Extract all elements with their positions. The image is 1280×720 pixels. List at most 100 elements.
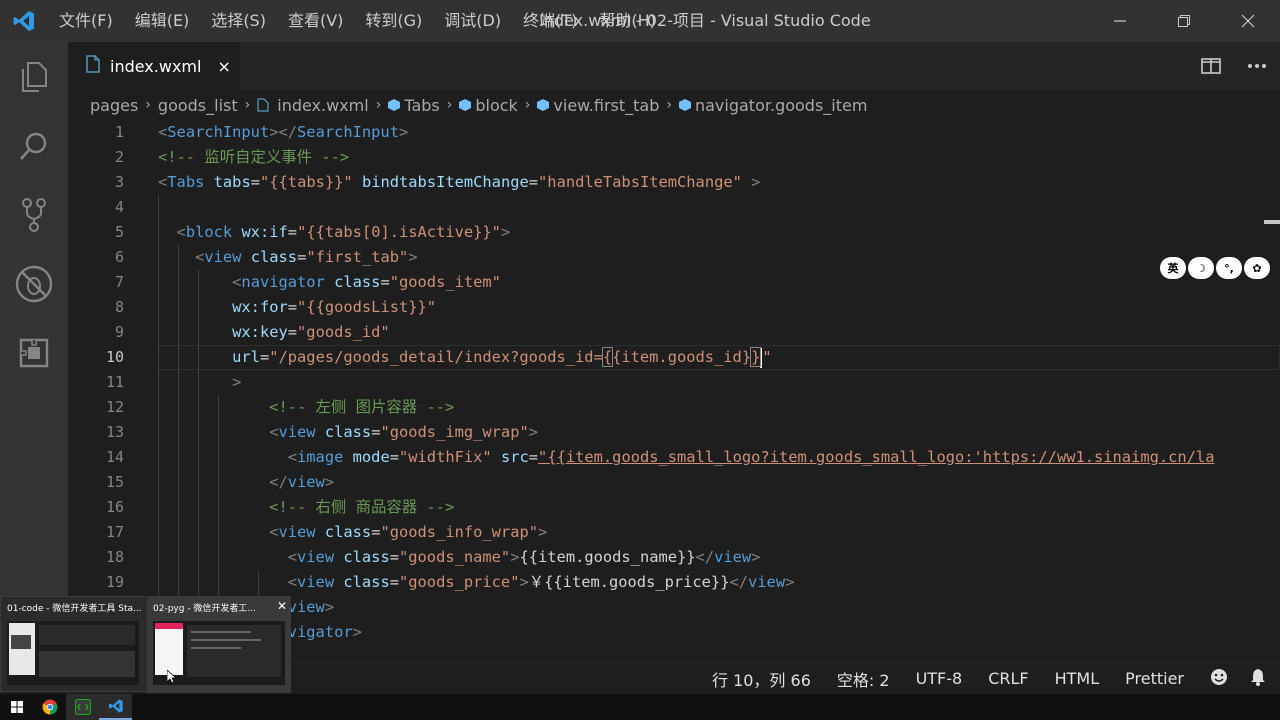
breadcrumb-label: Tabs (404, 95, 440, 115)
line-number: 15 (105, 473, 124, 491)
breadcrumb-item[interactable]: goods_list (158, 96, 238, 115)
vscode-taskbar-icon[interactable] (99, 694, 132, 720)
line-number: 14 (105, 448, 124, 466)
code-comment: <!-- 右侧 商品容器 --> (269, 498, 455, 516)
line-number: 5 (114, 223, 124, 241)
notifications-bell-icon[interactable] (1250, 668, 1266, 690)
os-taskbar (0, 694, 1280, 720)
close-icon[interactable]: ✕ (277, 599, 287, 613)
line-number: 4 (114, 198, 124, 216)
ime-settings-icon[interactable]: ✿ (1244, 257, 1270, 279)
code-comment: <!-- 左侧 图片容器 --> (269, 398, 455, 416)
menu-debug[interactable]: 调试(D) (433, 0, 512, 42)
code-line: <view class="goods_info_wrap"> (269, 523, 548, 541)
activity-bar (0, 42, 68, 662)
breadcrumb-file[interactable]: index.wxml (257, 96, 369, 115)
split-editor-icon[interactable] (1188, 42, 1234, 90)
close-window-button[interactable] (1216, 0, 1280, 42)
code-line: <image mode="widthFix" src="{{item.goods… (287, 448, 1215, 466)
symbol-cube-icon (459, 99, 472, 111)
code-line: <navigator class="goods_item" (232, 273, 501, 291)
explorer-icon[interactable] (0, 42, 68, 111)
symbol-cube-icon (678, 99, 691, 111)
line-number: 12 (105, 398, 124, 416)
menu-file[interactable]: 文件(F) (48, 0, 124, 42)
line-number: 6 (114, 248, 124, 266)
ime-moon-icon[interactable]: ☽ (1188, 257, 1214, 279)
file-icon (86, 55, 100, 77)
restore-button[interactable] (1152, 0, 1216, 42)
tab-index-wxml[interactable]: index.wxml × (68, 42, 240, 90)
menu-view[interactable]: 查看(V) (277, 0, 354, 42)
code-comment: <!-- 监听自定义事件 --> (158, 148, 350, 166)
file-icon (257, 98, 269, 112)
extensions-icon[interactable] (0, 318, 68, 387)
status-eol[interactable]: CRLF (988, 669, 1028, 688)
code-line: wx:for="{{goodsList}}" (232, 298, 437, 316)
line-number: 9 (114, 323, 124, 341)
title-bar: 文件(F) 编辑(E) 选择(S) 查看(V) 转到(G) 调试(D) 终端(T… (0, 0, 1280, 42)
code-line: <block wx:if="{{tabs[0].isActive}}"> (176, 223, 511, 241)
ime-language-button[interactable]: 英 (1160, 257, 1186, 279)
scrollbar-marker[interactable] (1264, 220, 1280, 224)
chevron-right-icon: › (375, 97, 382, 113)
smiley-feedback-icon[interactable] (1210, 668, 1228, 690)
thumbnail-title: 02-pyg - 微信开发者工... (153, 604, 257, 614)
breadcrumb-symbol[interactable]: view.first_tab (537, 96, 659, 115)
menu-terminal[interactable]: 终端(T) (512, 0, 588, 42)
chevron-right-icon: › (145, 97, 151, 113)
code-line: <Tabs tabs="{{tabs}}" bindtabsItemChange… (158, 173, 761, 191)
source-control-icon[interactable] (0, 180, 68, 249)
code-line: <view class="goods_img_wrap"> (269, 423, 539, 441)
mouse-cursor-icon (167, 670, 177, 684)
minimize-button[interactable] (1088, 0, 1152, 42)
status-formatter[interactable]: Prettier (1125, 669, 1184, 688)
menu-selection[interactable]: 选择(S) (200, 0, 277, 42)
code-line: <view class="first_tab"> (195, 248, 418, 266)
breadcrumb-label: navigator.goods_item (694, 95, 868, 115)
chevron-right-icon: › (524, 97, 531, 113)
menu-go[interactable]: 转到(G) (354, 0, 433, 42)
tab-label: index.wxml (110, 56, 202, 76)
vscode-logo-icon (0, 0, 48, 42)
ime-punctuation-icon[interactable]: °, (1216, 257, 1242, 279)
breadcrumb-label: block (475, 95, 518, 115)
debug-icon[interactable] (0, 249, 68, 318)
line-number: 8 (114, 298, 124, 316)
line-number: 7 (114, 273, 124, 291)
breadcrumb-symbol[interactable]: navigator.goods_item (678, 95, 868, 115)
window-controls (1088, 0, 1280, 42)
tab-bar: index.wxml × (68, 42, 1280, 90)
symbol-cube-icon (388, 99, 401, 111)
menu-help[interactable]: 帮助(H) (588, 0, 667, 42)
search-icon[interactable] (0, 111, 68, 180)
line-number: 19 (105, 573, 124, 591)
breadcrumb-symbol[interactable]: Tabs (388, 95, 440, 115)
status-encoding[interactable]: UTF-8 (916, 669, 963, 688)
status-indentation[interactable]: 空格: 2 (837, 667, 890, 691)
more-actions-icon[interactable] (1234, 42, 1280, 90)
status-cursor-position[interactable]: 行 10，列 66 (712, 667, 811, 691)
thumbnail-window[interactable]: 01-code - 微信开发者工具 Sta... (1, 597, 145, 693)
chevron-right-icon: › (666, 97, 672, 113)
windows-start-icon[interactable] (0, 694, 33, 720)
line-number: 16 (105, 498, 124, 516)
code-line: <view class="goods_name">{{item.goods_na… (287, 548, 761, 566)
line-number: 11 (105, 373, 124, 391)
chevron-right-icon: › (244, 97, 251, 113)
code-line: > (232, 373, 242, 391)
tab-close-button[interactable]: × (217, 57, 230, 76)
breadcrumb: pages › goods_list › index.wxml › Tabs ›… (68, 90, 1280, 120)
breadcrumb-item[interactable]: pages (90, 96, 138, 115)
status-language[interactable]: HTML (1055, 669, 1100, 688)
breadcrumb-symbol[interactable]: block (459, 95, 518, 115)
line-number: 3 (114, 173, 124, 191)
editor-actions (1188, 42, 1280, 90)
wechat-devtools-icon[interactable] (66, 694, 99, 720)
code-line: <view class="goods_price">￥{{item.goods_… (287, 573, 795, 591)
code-editor[interactable]: 1 2 3 4 5 6 7 8 9 10 11 12 13 14 15 16 1… (68, 120, 1280, 662)
symbol-cube-icon (537, 99, 550, 111)
code-line: <SearchInput></SearchInput> (158, 123, 409, 141)
menu-edit[interactable]: 编辑(E) (124, 0, 201, 42)
chrome-icon[interactable] (33, 694, 66, 720)
